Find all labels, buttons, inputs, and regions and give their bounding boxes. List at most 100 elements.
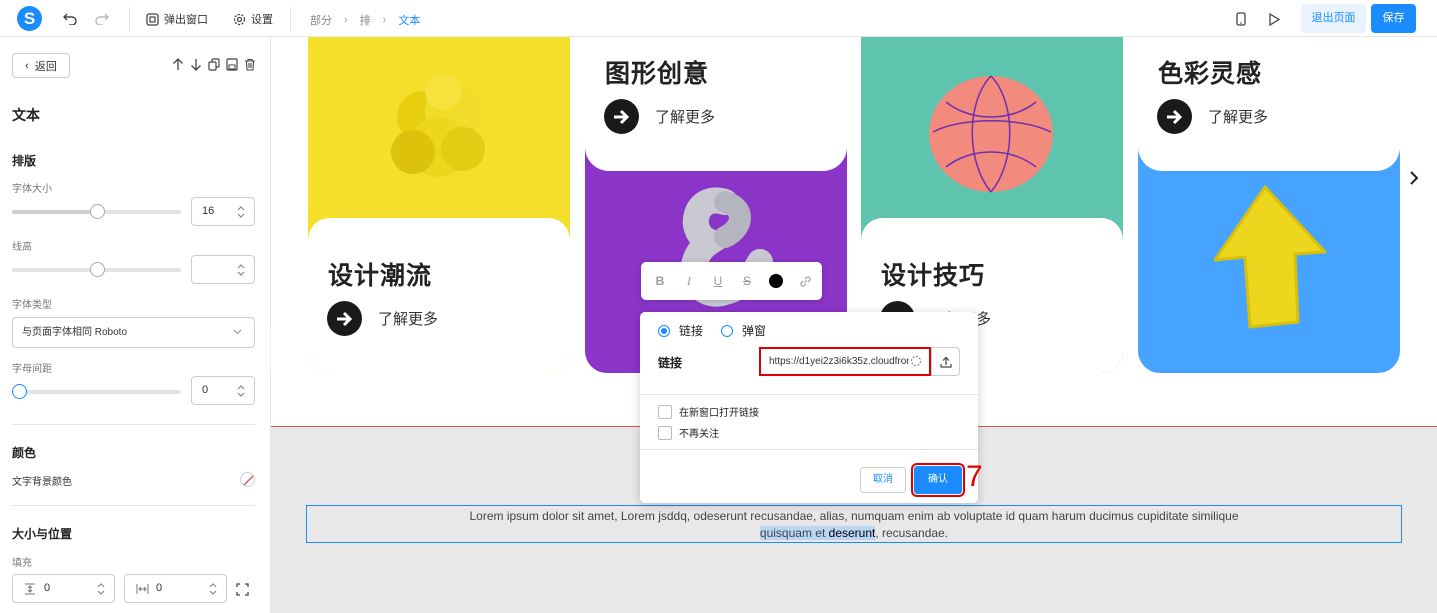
line-height-input[interactable] — [191, 255, 255, 284]
padding-label: 填充 — [12, 558, 32, 569]
font-size-input[interactable]: 16 — [191, 197, 255, 226]
strikethrough-button[interactable]: S — [740, 274, 754, 288]
trash-icon[interactable] — [244, 58, 256, 71]
card-design-trends[interactable]: 设计潮流 了解更多 — [308, 37, 570, 373]
gear-icon — [233, 13, 246, 25]
radio-selected-icon — [658, 324, 670, 337]
letter-spacing-input[interactable]: 0 — [191, 376, 255, 405]
step-marker: 7 — [966, 460, 983, 493]
upload-button[interactable] — [931, 348, 960, 375]
learn-more-link[interactable]: 了解更多 — [655, 106, 715, 127]
move-up-icon[interactable] — [172, 58, 184, 71]
nofollow-checkbox[interactable]: 不再关注 — [658, 425, 719, 440]
breadcrumb-item[interactable]: 部分 — [310, 12, 332, 28]
learn-more-link[interactable]: 了解更多 — [378, 308, 438, 329]
link-button[interactable] — [798, 274, 812, 288]
url-field[interactable]: https://d1yei2z3i6k35z.cloudfront.net — [759, 347, 960, 376]
stepper-icon[interactable] — [236, 382, 246, 400]
divider — [640, 394, 978, 395]
font-size-slider[interactable] — [12, 204, 181, 219]
link-field-label: 链接 — [658, 356, 683, 370]
editor-canvas[interactable]: 设计潮流 了解更多 图形创意 了解更多 设计技巧 色彩灵感 了解更多 Lorem… — [271, 37, 1437, 613]
settings-button[interactable]: 设置 — [233, 9, 273, 29]
letter-spacing-slider[interactable] — [12, 384, 181, 399]
arrow-right-icon[interactable] — [604, 99, 639, 134]
card-title: 设计潮流 — [328, 262, 433, 290]
stepper-icon[interactable] — [208, 580, 218, 598]
underline-button[interactable]: U — [711, 274, 725, 288]
carousel-next-icon[interactable] — [1409, 170, 1419, 186]
link-icon — [799, 275, 811, 287]
expand-icon[interactable] — [236, 583, 249, 596]
italic-button[interactable]: I — [682, 274, 696, 288]
divider — [12, 424, 255, 425]
learn-more-link[interactable]: 了解更多 — [1208, 106, 1268, 127]
back-button[interactable]: ‹ 返回 — [12, 53, 70, 78]
font-type-select[interactable]: 与页面字体相同 Roboto — [12, 317, 255, 348]
breadcrumb-current: 文本 — [398, 15, 421, 27]
element-tools — [172, 58, 256, 71]
undo-icon[interactable] — [60, 9, 80, 29]
properties-sidebar: ‹ 返回 文本 排版 字体大小 16 线高 字体类型 与页面字体相同 Robot… — [0, 37, 271, 613]
stepper-icon[interactable] — [96, 580, 106, 598]
arrow-right-icon[interactable] — [327, 301, 362, 336]
mobile-preview-icon[interactable] — [1231, 9, 1251, 29]
link-dialog: 链接 弹窗 链接 https://d1yei2z3i6k35z.cloudfro… — [640, 312, 978, 503]
redo-icon[interactable] — [92, 9, 112, 29]
letter-spacing-label: 字母间距 — [12, 364, 52, 375]
save-icon[interactable] — [226, 58, 238, 71]
slider-handle[interactable] — [90, 204, 105, 219]
slider-handle[interactable] — [90, 262, 105, 277]
no-color-swatch[interactable] — [240, 472, 255, 487]
stepper-icon[interactable] — [236, 261, 246, 279]
text-line: Lorem ipsum dolor sit amet, Lorem jsddq,… — [469, 509, 1239, 523]
letter-spacing-value: 0 — [202, 384, 209, 396]
app-logo[interactable]: S — [17, 6, 42, 31]
padding-horizontal-input[interactable]: 0 — [124, 574, 227, 603]
radio-popup[interactable]: 弹窗 — [721, 322, 766, 339]
text-rest: , recusandae. — [875, 526, 949, 540]
font-size-label: 字体大小 — [12, 184, 52, 195]
selected-text-block[interactable]: Lorem ipsum dolor sit amet, Lorem jsddq,… — [306, 505, 1402, 543]
horizontal-padding-icon — [136, 584, 149, 594]
arrow-right-icon[interactable] — [1157, 99, 1192, 134]
radio-link[interactable]: 链接 — [658, 322, 703, 339]
text-color-button[interactable] — [769, 274, 783, 288]
play-icon[interactable] — [1264, 9, 1284, 29]
top-bar: S 弹出窗口 设置 部分 › 排 › 文本 退出页面 保存 — [0, 0, 1437, 37]
cancel-button[interactable]: 取消 — [860, 467, 906, 493]
divider — [129, 7, 130, 31]
card-color-inspiration[interactable]: 色彩灵感 了解更多 — [1138, 37, 1400, 373]
selected-text: quisquam et — [759, 526, 829, 540]
padding-vertical-input[interactable]: 0 — [12, 574, 115, 603]
stepper-icon[interactable] — [236, 203, 246, 221]
new-window-checkbox[interactable]: 在新窗口打开链接 — [658, 404, 759, 419]
slider-handle[interactable] — [12, 384, 27, 399]
breadcrumb: 部分 › 排 › 文本 — [310, 12, 420, 28]
move-down-icon[interactable] — [190, 58, 202, 71]
popup-button[interactable]: 弹出窗口 — [146, 9, 208, 29]
divider — [640, 449, 978, 450]
breadcrumb-item[interactable]: 排 — [360, 12, 371, 28]
back-label: 返回 — [34, 60, 57, 73]
chevron-down-icon — [233, 329, 242, 335]
save-button[interactable]: 保存 — [1371, 4, 1416, 33]
exit-page-button[interactable]: 退出页面 — [1301, 4, 1366, 33]
color-dot-icon — [769, 274, 783, 288]
text-format-toolbar: B I U S — [641, 262, 822, 300]
card-panel: 色彩灵感 了解更多 — [1138, 37, 1400, 171]
nofollow-label: 不再关注 — [679, 429, 719, 440]
confirm-button[interactable]: 确认 — [911, 463, 965, 497]
checkbox-icon — [658, 425, 672, 440]
copy-icon[interactable] — [208, 58, 220, 71]
yellow-knot-illustration — [391, 74, 485, 177]
layout-title: 排版 — [12, 154, 37, 168]
card-title: 设计技巧 — [881, 262, 986, 290]
font-type-label: 字体类型 — [12, 300, 52, 311]
upload-icon — [940, 356, 952, 368]
card-panel: 图形创意 了解更多 — [585, 37, 847, 171]
selected-text: deserunt — [828, 526, 876, 540]
line-height-slider[interactable] — [12, 262, 181, 277]
bold-button[interactable]: B — [653, 274, 667, 288]
chevron-right-icon: › — [382, 14, 387, 26]
